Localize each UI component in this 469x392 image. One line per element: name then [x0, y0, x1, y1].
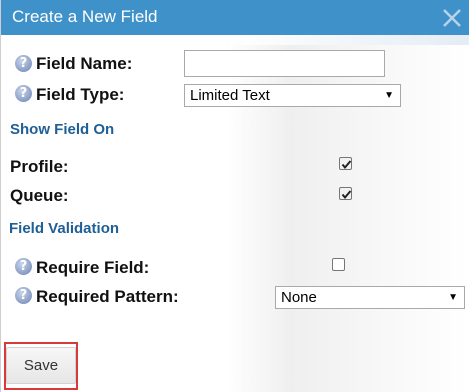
help-question-icon[interactable]: ?: [15, 85, 32, 102]
profile-checkbox[interactable]: [339, 157, 352, 170]
field-name-input[interactable]: [184, 50, 385, 77]
save-button[interactable]: Save: [6, 347, 76, 384]
help-question-icon[interactable]: ?: [15, 258, 32, 275]
field-validation-heading: Field Validation: [9, 220, 120, 237]
dropdown-arrow-icon: ▼: [384, 90, 394, 101]
queue-checkbox[interactable]: [339, 187, 352, 200]
help-question-icon[interactable]: ?: [15, 55, 32, 72]
required-pattern-select[interactable]: None ▼: [275, 286, 465, 309]
dialog-title: Create a New Field: [12, 7, 158, 26]
help-question-icon[interactable]: ?: [15, 287, 32, 304]
checkmark-icon: [341, 160, 352, 170]
titlebar-shadow: [229, 35, 469, 45]
queue-label: Queue:: [10, 186, 69, 205]
field-type-select[interactable]: Limited Text ▼: [184, 84, 401, 107]
required-pattern-selected-value: None: [281, 289, 317, 306]
dropdown-arrow-icon: ▼: [448, 292, 458, 303]
close-icon[interactable]: [437, 3, 467, 33]
dialog-titlebar: Create a New Field: [1, 0, 469, 35]
require-field-label: Require Field:: [36, 258, 150, 277]
checkmark-icon: [341, 190, 352, 200]
field-type-label: Field Type:: [36, 85, 125, 104]
required-pattern-label: Required Pattern:: [36, 287, 179, 306]
create-field-dialog: Create a New Field ? Field Name: ? Field…: [0, 0, 469, 392]
field-name-label: Field Name:: [36, 54, 133, 73]
require-field-checkbox[interactable]: [332, 258, 345, 271]
show-field-on-heading: Show Field On: [10, 121, 115, 138]
field-type-selected-value: Limited Text: [190, 87, 270, 104]
profile-label: Profile:: [10, 157, 69, 176]
